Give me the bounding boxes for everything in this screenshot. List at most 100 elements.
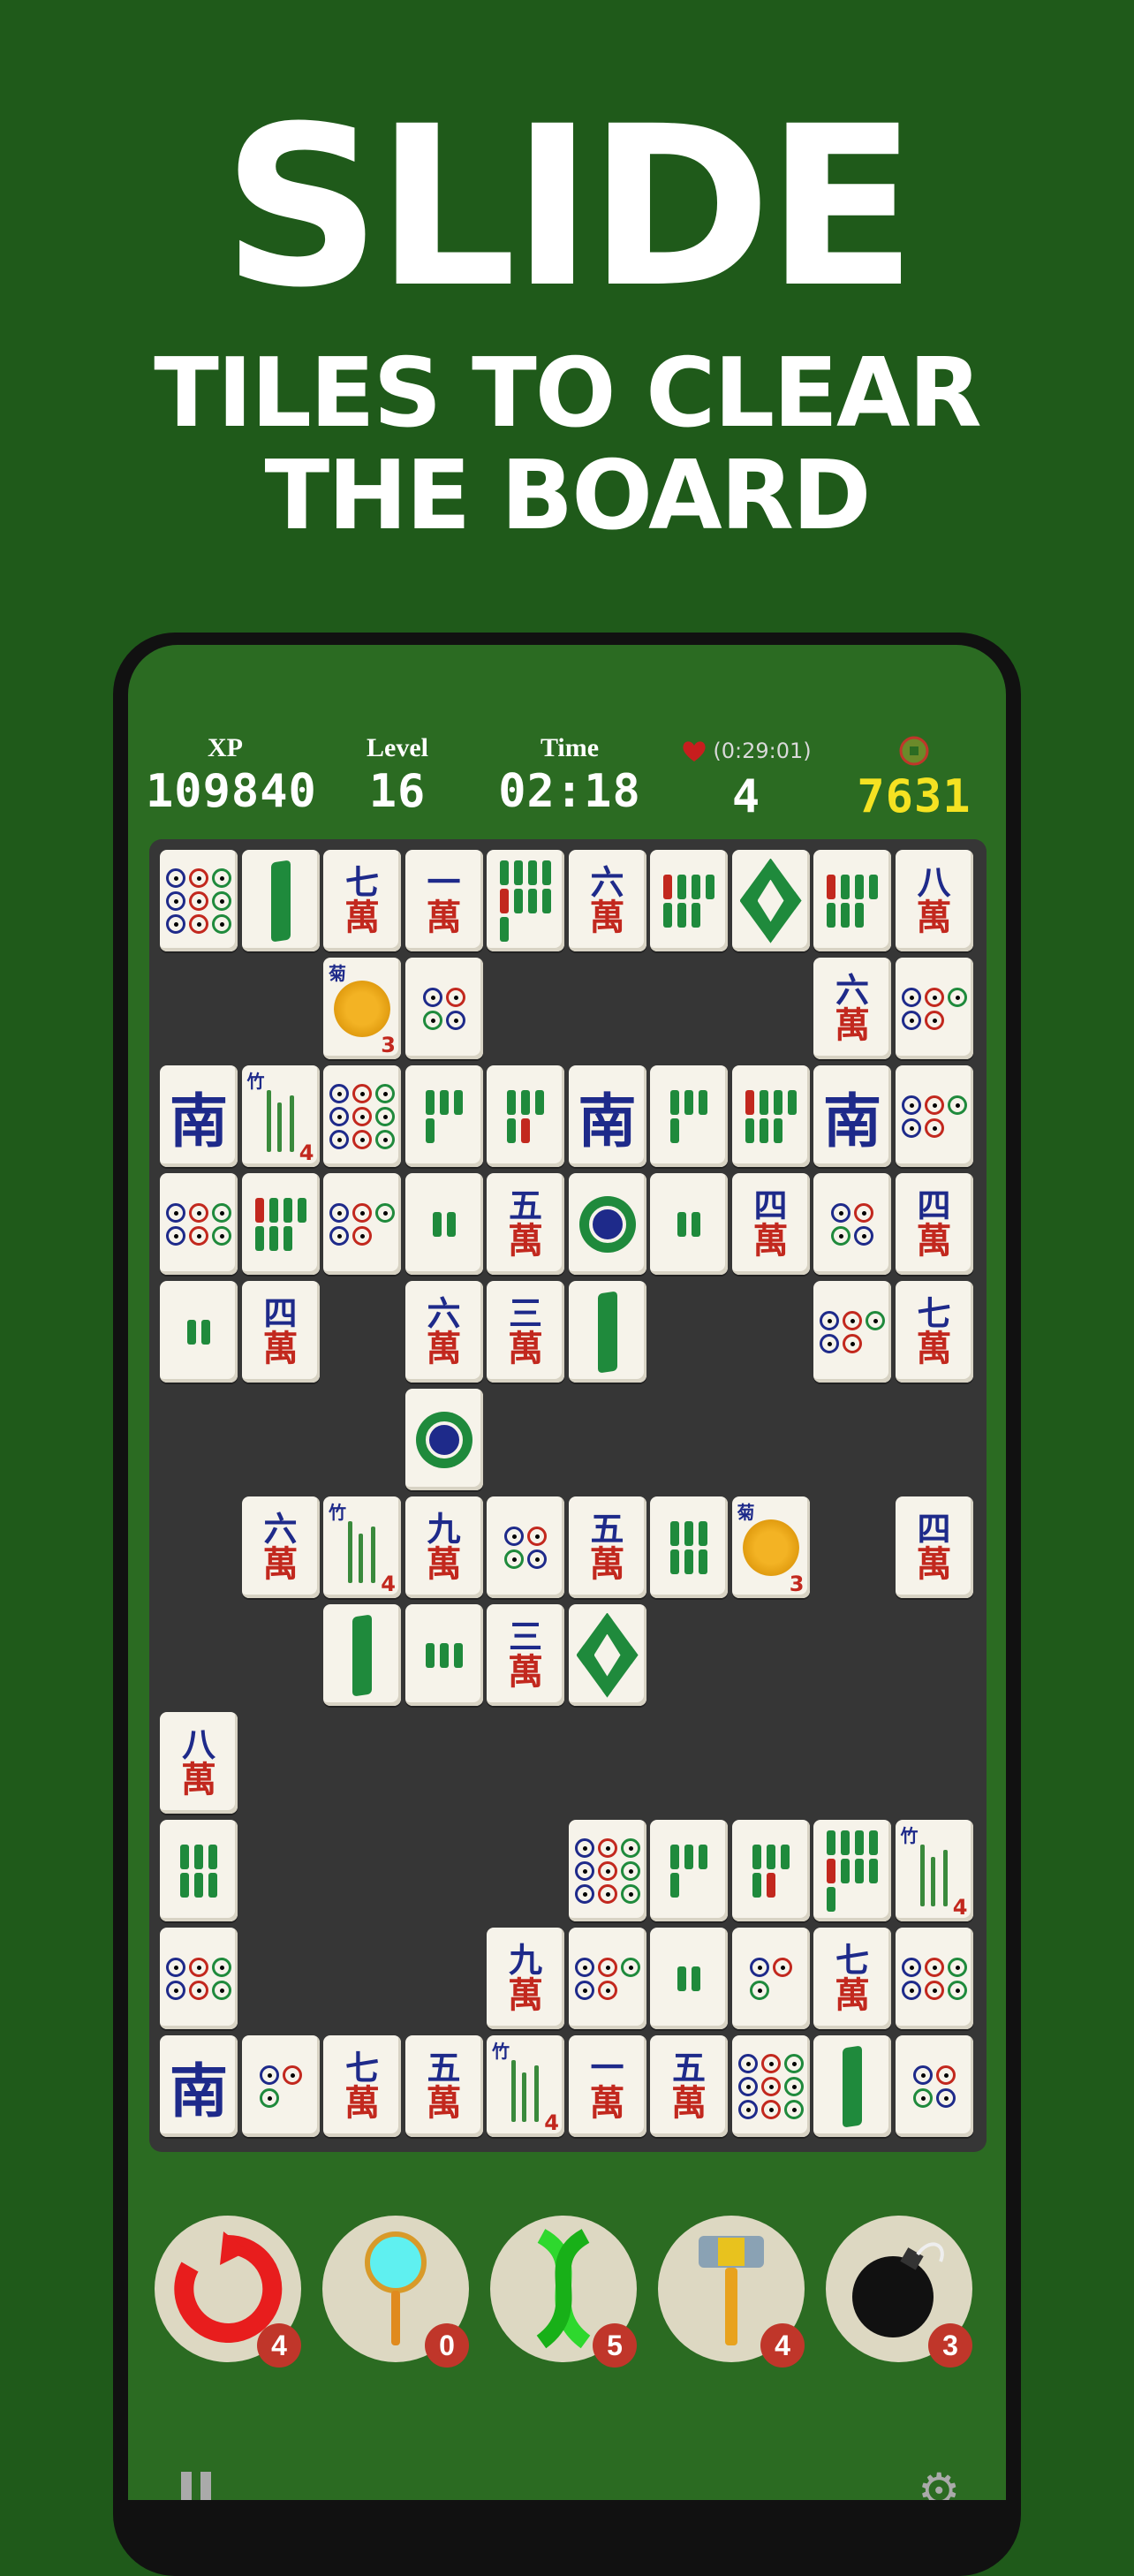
mahjong-tile[interactable]: 七萬 [813,1928,891,2029]
mahjong-tile[interactable] [568,1820,646,1921]
mahjong-tile[interactable] [731,1928,810,2029]
mahjong-tile[interactable]: 五萬 [568,1496,646,1598]
mahjong-tile[interactable] [160,1820,238,1921]
mahjong-tile[interactable]: 三萬 [487,1281,564,1383]
mahjong-tile[interactable]: 八萬 [160,1712,238,1814]
mahjong-tile[interactable]: 一萬 [568,2035,646,2137]
mahjong-tile[interactable]: 南 [568,1065,646,1167]
mahjong-tile[interactable]: 菊3 [731,1496,810,1598]
pause-button[interactable] [181,2472,234,2500]
mahjong-tile[interactable]: 菊3 [323,958,401,1059]
mahjong-tile[interactable]: 八萬 [895,850,973,951]
dot-mark [574,1837,594,1858]
mahjong-tile[interactable]: 五萬 [650,2035,728,2137]
bamboo-stick [692,902,700,928]
mahjong-tile[interactable]: 竹4 [487,2035,564,2137]
lives-stat[interactable]: (0:29:01) 4 [658,733,835,823]
mahjong-tile[interactable] [813,1173,891,1275]
heart-icon [683,741,706,761]
mahjong-tile[interactable] [650,1065,728,1167]
wan-number: 一 [427,861,461,902]
mahjong-tile[interactable] [323,1604,401,1706]
mahjong-tile[interactable]: 七萬 [323,850,401,951]
mahjong-tile[interactable]: 南 [160,1065,238,1167]
mahjong-tile[interactable] [895,1928,973,2029]
dot-mark [783,2053,804,2073]
mahjong-tile[interactable] [404,1173,483,1275]
bamboo-eight-diamond [576,1612,639,1698]
mahjong-tile[interactable] [160,850,238,951]
mahjong-tile[interactable] [813,1820,891,1921]
bamboo-pattern [500,860,551,942]
mahjong-tile[interactable] [568,1604,646,1706]
mahjong-tile[interactable]: 一萬 [404,850,483,951]
mahjong-tile[interactable] [323,1173,401,1275]
mahjong-tile[interactable] [241,2035,320,2137]
mahjong-tile[interactable] [241,1173,320,1275]
mahjong-tile[interactable]: 四萬 [241,1281,320,1383]
mahjong-tile[interactable]: 七萬 [323,2035,401,2137]
mahjong-tile[interactable] [650,850,728,951]
mahjong-tile[interactable] [160,1928,238,2029]
mahjong-tile[interactable] [487,850,564,951]
mahjong-tile[interactable]: 七萬 [895,1281,973,1383]
mahjong-tile[interactable]: 六萬 [813,958,891,1059]
mahjong-tile[interactable]: 竹4 [241,1065,320,1167]
shuffle-button[interactable]: 5 [490,2216,637,2368]
mahjong-tile[interactable]: 南 [813,1065,891,1167]
mahjong-tile[interactable] [813,850,891,951]
bamboo-stick [453,1089,463,1115]
mahjong-tile[interactable] [650,1928,728,2029]
mahjong-tile[interactable]: 四萬 [895,1496,973,1598]
mahjong-tile[interactable]: 四萬 [731,1173,810,1275]
mahjong-tile[interactable]: 南 [160,2035,238,2137]
mahjong-tile[interactable] [487,1496,564,1598]
mahjong-tile[interactable] [650,1496,728,1598]
mahjong-tile[interactable] [895,2035,973,2137]
time-stat: Time 02:18 [490,733,649,818]
hint-count-badge: 0 [425,2323,469,2368]
mahjong-tile[interactable] [487,1065,564,1167]
mahjong-tile[interactable]: 三萬 [487,1604,564,1706]
hint-button[interactable]: 0 [322,2216,469,2368]
mahjong-tile[interactable] [650,1820,728,1921]
undo-button[interactable]: 4 [155,2216,301,2368]
mahjong-tile[interactable] [650,1173,728,1275]
mahjong-tile[interactable] [568,1173,646,1275]
mahjong-tile[interactable] [895,1065,973,1167]
mahjong-tile[interactable] [731,2035,810,2137]
mahjong-tile[interactable]: 四萬 [895,1173,973,1275]
mahjong-tile[interactable] [813,2035,891,2137]
bamboo-stick [827,1886,835,1912]
mahjong-tile[interactable] [895,958,973,1059]
mahjong-tile[interactable] [813,1281,891,1383]
mahjong-tile[interactable] [731,1065,810,1167]
mahjong-tile[interactable] [568,1928,646,2029]
mahjong-tile[interactable]: 五萬 [404,2035,483,2137]
mahjong-tile[interactable]: 九萬 [487,1928,564,2029]
mahjong-tile[interactable] [568,1281,646,1383]
mahjong-tile[interactable]: 九萬 [404,1496,483,1598]
mahjong-tile[interactable] [404,1389,483,1490]
mahjong-tile[interactable] [404,1065,483,1167]
bomb-button[interactable]: 3 [826,2216,972,2368]
mahjong-tile[interactable] [160,1173,238,1275]
mahjong-tile[interactable]: 竹4 [323,1496,401,1598]
mahjong-tile[interactable] [323,1065,401,1167]
mahjong-tile[interactable]: 竹4 [895,1820,973,1921]
mahjong-tile[interactable] [160,1281,238,1383]
mahjong-tile[interactable] [404,1604,483,1706]
wan-character: 萬 [508,1974,543,2016]
mahjong-tile[interactable] [731,850,810,951]
mahjong-tile[interactable]: 五萬 [487,1173,564,1275]
hammer-button[interactable]: 4 [658,2216,805,2368]
settings-gear-icon[interactable]: ⚙ [918,2463,971,2500]
mahjong-tile[interactable] [731,1820,810,1921]
coins-stat[interactable]: 7631 [835,733,994,823]
mahjong-tile[interactable] [241,850,320,951]
bamboo-pattern [663,874,714,928]
mahjong-tile[interactable]: 六萬 [241,1496,320,1598]
mahjong-tile[interactable]: 六萬 [568,850,646,951]
mahjong-tile[interactable]: 六萬 [404,1281,483,1383]
mahjong-tile[interactable] [404,958,483,1059]
